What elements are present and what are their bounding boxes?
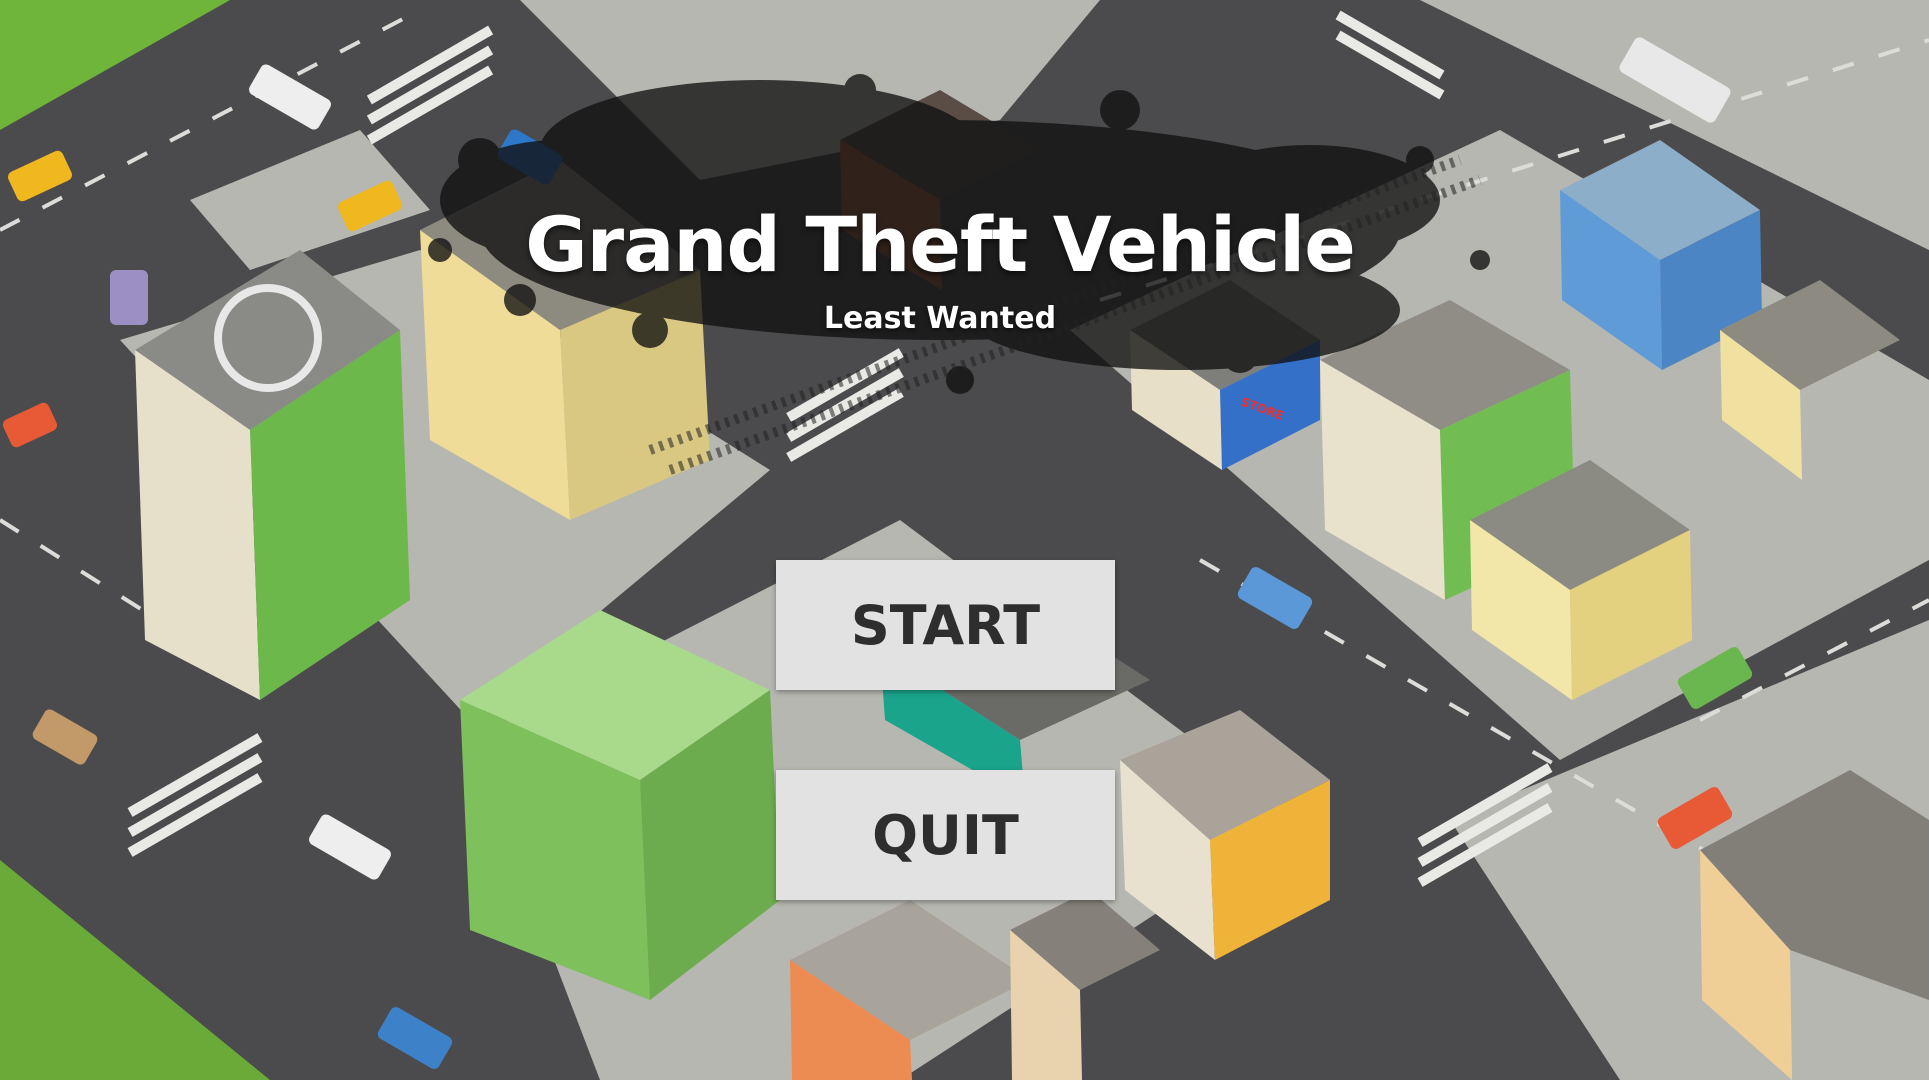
start-button[interactable]: START bbox=[776, 560, 1115, 690]
main-menu-screen: STORE Grand Theft Vehicle Least Wanted S… bbox=[0, 0, 1929, 1080]
quit-button[interactable]: QUIT bbox=[776, 770, 1115, 900]
game-title: Grand Theft Vehicle bbox=[525, 200, 1355, 289]
game-subtitle: Least Wanted bbox=[823, 301, 1057, 336]
title-block: Grand Theft Vehicle Least Wanted bbox=[0, 200, 1880, 336]
city-background: STORE bbox=[0, 0, 1929, 1080]
